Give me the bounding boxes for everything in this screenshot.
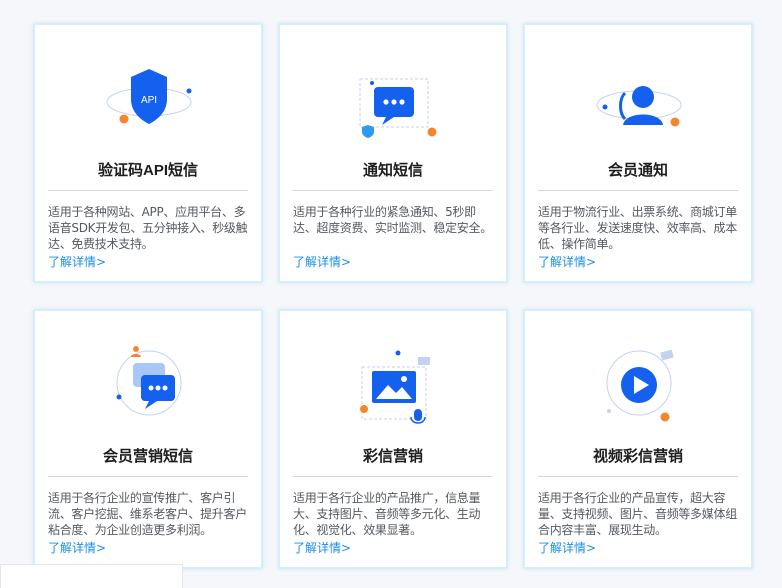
- learn-more-link[interactable]: 了解详情>: [48, 540, 106, 556]
- card-divider: [48, 476, 248, 477]
- card-divider: [293, 476, 493, 477]
- shield-api-icon: API: [89, 47, 209, 157]
- product-card-video-mms-marketing: 视频彩信营销 适用于各行企业的产品宣传，超大容量、支持视频、图片、音频等多媒体组…: [524, 310, 752, 568]
- card-description: 适用于各行企业的产品推广，信息量大、支持图片、音频等多元化、生动化、视觉化、效果…: [293, 491, 481, 537]
- card-title: 会员通知: [607, 162, 668, 179]
- learn-more-link[interactable]: 了解详情>: [538, 540, 596, 556]
- card-divider: [293, 190, 493, 191]
- bottom-floating-panel: [0, 564, 183, 588]
- video-play-icon: [579, 333, 699, 443]
- image-message-icon: [334, 333, 454, 443]
- card-divider: [538, 476, 738, 477]
- card-description: 适用于各行企业的宣传推广、客户引流、客户挖掘、维系老客户、提升客户粘合度、为企业…: [48, 491, 247, 537]
- card-title: 彩信营销: [362, 448, 423, 465]
- card-title: 验证码API短信: [97, 162, 198, 179]
- product-card-member-notice: 会员通知 适用于物流行业、出票系统、商城订单等各行业、发送速度快、效率高、成本低…: [524, 24, 752, 282]
- card-title: 会员营销短信: [102, 448, 193, 465]
- card-description: 适用于各行企业的产品宣传，超大容量、支持视频、图片、音频等多媒体组合内容丰富、展…: [538, 491, 737, 537]
- card-description: 适用于物流行业、出票系统、商城订单等各行业、发送速度快、效率高、成本低、操作简单…: [538, 205, 737, 251]
- card-divider: [538, 190, 738, 191]
- product-card-verification-sms: API 验证码API短信 适用于各种网站、APP、应用平台、多语音SDK开发包、…: [34, 24, 262, 282]
- learn-more-link[interactable]: 了解详情>: [48, 254, 106, 270]
- product-card-member-marketing-sms: 会员营销短信 适用于各行企业的宣传推广、客户引流、客户挖掘、维系老客户、提升客户…: [34, 310, 262, 568]
- shield-api-label: API: [141, 95, 157, 106]
- card-title: 通知短信: [362, 162, 423, 179]
- product-card-notification-sms: 通知短信 适用于各种行业的紧急通知、5秒即达、超度资费、实时监测、稳定安全。 了…: [279, 24, 507, 282]
- learn-more-link[interactable]: 了解详情>: [293, 254, 351, 270]
- learn-more-link[interactable]: 了解详情>: [538, 254, 596, 270]
- marketing-chat-icon: [89, 333, 209, 443]
- card-description: 适用于各种网站、APP、应用平台、多语音SDK开发包、五分钟接入、秒级触达、免费…: [48, 205, 248, 251]
- member-user-icon: [579, 47, 699, 157]
- card-title: 视频彩信营销: [592, 448, 683, 465]
- card-description: 适用于各种行业的紧急通知、5秒即达、超度资费、实时监测、稳定安全。: [293, 205, 492, 235]
- learn-more-link[interactable]: 了解详情>: [293, 540, 351, 556]
- card-divider: [48, 190, 248, 191]
- chat-bubble-icon: [334, 47, 454, 157]
- product-card-mms-marketing: 彩信营销 适用于各行企业的产品推广，信息量大、支持图片、音频等多元化、生动化、视…: [279, 310, 507, 568]
